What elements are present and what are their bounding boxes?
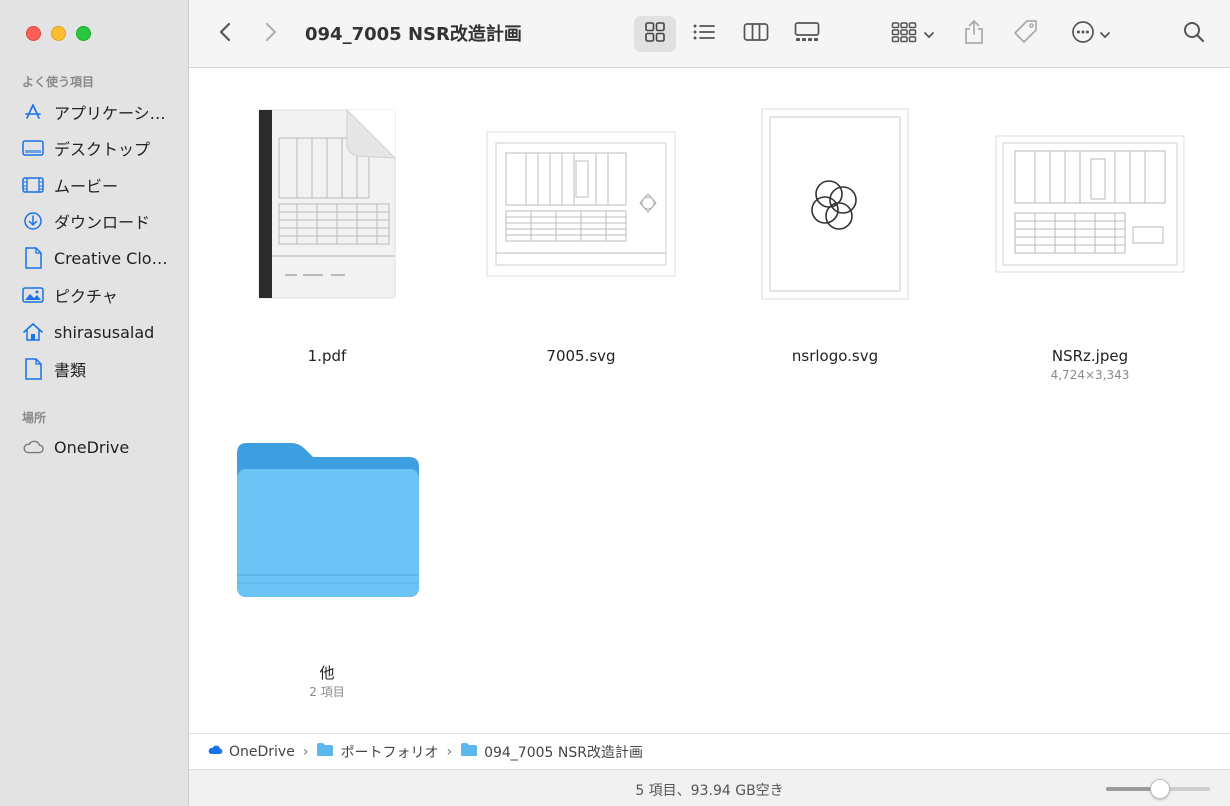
- path-separator-icon: ›: [302, 743, 309, 760]
- onedrive-cloud-icon: [207, 744, 223, 760]
- cloud-icon: [22, 436, 44, 458]
- search-icon: [1182, 20, 1206, 48]
- desktop-icon: [22, 137, 44, 159]
- path-segment-portfolio[interactable]: ポートフォリオ: [316, 742, 438, 762]
- path-segment-current[interactable]: 094_7005 NSR改造計画: [460, 742, 643, 762]
- path-segment-label: OneDrive: [229, 743, 295, 760]
- sidebar-item-label: Creative Clo…: [54, 248, 168, 268]
- file-icon-grid: 1.pdf 7005.svg nsrlogo.svg NSRz.jpeg 4,7…: [189, 69, 1230, 733]
- sidebar-item-onedrive[interactable]: OneDrive: [22, 433, 172, 461]
- column-view-button[interactable]: [735, 16, 777, 52]
- finder-window: よく使う項目 アプリケーシ… デスクトップ ムービー ダウンロード Creati…: [0, 0, 1230, 806]
- file-name: nsrlogo.svg: [791, 347, 879, 365]
- back-chevron-icon: [218, 21, 232, 47]
- search-button[interactable]: [1177, 16, 1211, 52]
- status-bar: 5 項目、93.94 GB空き: [189, 769, 1230, 806]
- sidebar-section-favorites: よく使う項目: [22, 75, 95, 89]
- sidebar-item-label: アプリケーシ…: [54, 104, 166, 123]
- folder-icon: [217, 404, 437, 634]
- forward-chevron-icon: [264, 21, 278, 47]
- sidebar-item-label: OneDrive: [54, 437, 130, 457]
- group-grid-icon: [891, 21, 917, 47]
- ellipsis-circle-icon: [1071, 20, 1095, 48]
- pictures-icon: [22, 284, 44, 306]
- path-segment-label: ポートフォリオ: [340, 744, 439, 761]
- logo-thumbnail: [725, 89, 945, 319]
- forward-button[interactable]: [255, 16, 287, 52]
- svg-drawing-thumbnail: [471, 89, 691, 319]
- share-button[interactable]: [957, 16, 991, 52]
- gallery-icon: [794, 21, 820, 47]
- sidebar-item-label: shirasusalad: [54, 322, 155, 342]
- window-title: 094_7005 NSR改造計画: [305, 24, 522, 45]
- back-button[interactable]: [209, 16, 241, 52]
- minimize-window-button[interactable]: [51, 26, 66, 41]
- sidebar-item-label: 書類: [54, 361, 87, 380]
- sidebar-item-label: デスクトップ: [54, 140, 151, 159]
- tag-icon: [1013, 19, 1039, 49]
- pdf-thumbnail: [217, 89, 437, 319]
- gallery-view-button[interactable]: [786, 16, 828, 52]
- chevron-down-icon: [1099, 25, 1111, 44]
- sidebar-item-label: ダウンロード: [54, 213, 151, 232]
- sidebar-item-downloads[interactable]: ダウンロード: [22, 207, 172, 235]
- chevron-down-icon: [923, 25, 935, 44]
- sidebar-item-home[interactable]: shirasusalad: [22, 318, 172, 346]
- list-view-button[interactable]: [683, 16, 725, 52]
- path-segment-onedrive[interactable]: OneDrive: [207, 744, 295, 760]
- zoom-window-button[interactable]: [76, 26, 91, 41]
- columns-icon: [743, 22, 769, 46]
- path-bar: OneDrive › ポートフォリオ › 094_7005 NSR改造計画: [189, 733, 1230, 769]
- sidebar-item-label: ピクチャ: [54, 287, 118, 306]
- file-name: NSRz.jpeg: [1051, 347, 1129, 365]
- folder-name: 他: [319, 664, 335, 682]
- window-controls: [26, 26, 91, 41]
- jpeg-thumbnail: [980, 89, 1200, 319]
- sidebar-item-movies[interactable]: ムービー: [22, 171, 172, 199]
- icon-size-slider[interactable]: [1106, 779, 1210, 799]
- folder-icon: [460, 742, 478, 761]
- share-icon: [963, 19, 985, 49]
- sidebar-item-documents[interactable]: 書類: [22, 355, 172, 383]
- icon-view-button[interactable]: [634, 16, 676, 52]
- grid-icon: [644, 21, 666, 47]
- more-actions-button[interactable]: [1065, 16, 1117, 52]
- path-separator-icon: ›: [446, 743, 453, 760]
- folder-icon: [316, 742, 334, 761]
- sidebar-item-pictures[interactable]: ピクチャ: [22, 281, 172, 309]
- file-name: 7005.svg: [546, 347, 616, 365]
- home-icon: [22, 321, 44, 343]
- documents-icon: [22, 358, 44, 380]
- sidebar-item-applications[interactable]: アプリケーシ…: [22, 98, 172, 126]
- movies-icon: [22, 174, 44, 196]
- applications-icon: [22, 101, 44, 123]
- document-icon: [22, 247, 44, 269]
- list-icon: [692, 22, 716, 46]
- sidebar-section-locations: 場所: [22, 411, 47, 425]
- sidebar-item-creative-cloud[interactable]: Creative Clo…: [22, 244, 172, 272]
- sidebar-item-label: ムービー: [54, 177, 119, 196]
- slider-knob[interactable]: [1150, 779, 1171, 799]
- sidebar: よく使う項目 アプリケーシ… デスクトップ ムービー ダウンロード Creati…: [0, 0, 189, 806]
- file-subtitle: 4,724×3,343: [1050, 368, 1130, 382]
- group-by-button[interactable]: [885, 16, 941, 52]
- close-window-button[interactable]: [26, 26, 41, 41]
- toolbar: 094_7005 NSR改造計画: [189, 0, 1230, 68]
- downloads-icon: [22, 210, 44, 232]
- folder-item-count: 2 項目: [309, 685, 345, 699]
- file-name: 1.pdf: [307, 347, 347, 365]
- path-segment-label: 094_7005 NSR改造計画: [484, 744, 643, 761]
- sidebar-item-desktop[interactable]: デスクトップ: [22, 134, 172, 162]
- status-text: 5 項目、93.94 GB空き: [635, 783, 784, 799]
- tag-button[interactable]: [1009, 16, 1043, 52]
